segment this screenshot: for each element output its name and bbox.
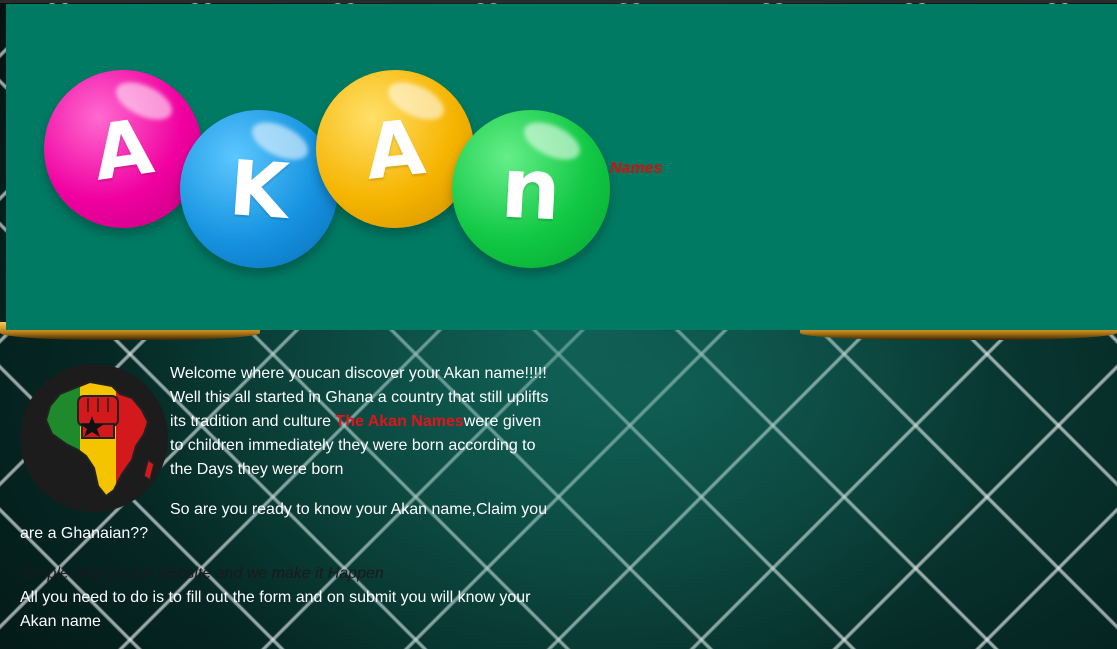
akan-names-highlight: The Akan Names [335, 413, 464, 430]
site-header: A K A n Names [6, 4, 1117, 330]
intro-section: Welcome where youcan discover your Akan … [20, 362, 550, 634]
logo-subtitle: Names [610, 160, 663, 177]
akan-logo: A K A n [36, 66, 616, 276]
africa-fist-icon [20, 364, 168, 512]
logo-ball-green: n [452, 110, 610, 268]
tagline: Simple only on our website and we make i… [20, 565, 384, 582]
window-top-border [0, 0, 1117, 3]
instructions-text: All you need to do is to fill out the fo… [20, 589, 531, 630]
logo-letter: n [498, 138, 564, 240]
